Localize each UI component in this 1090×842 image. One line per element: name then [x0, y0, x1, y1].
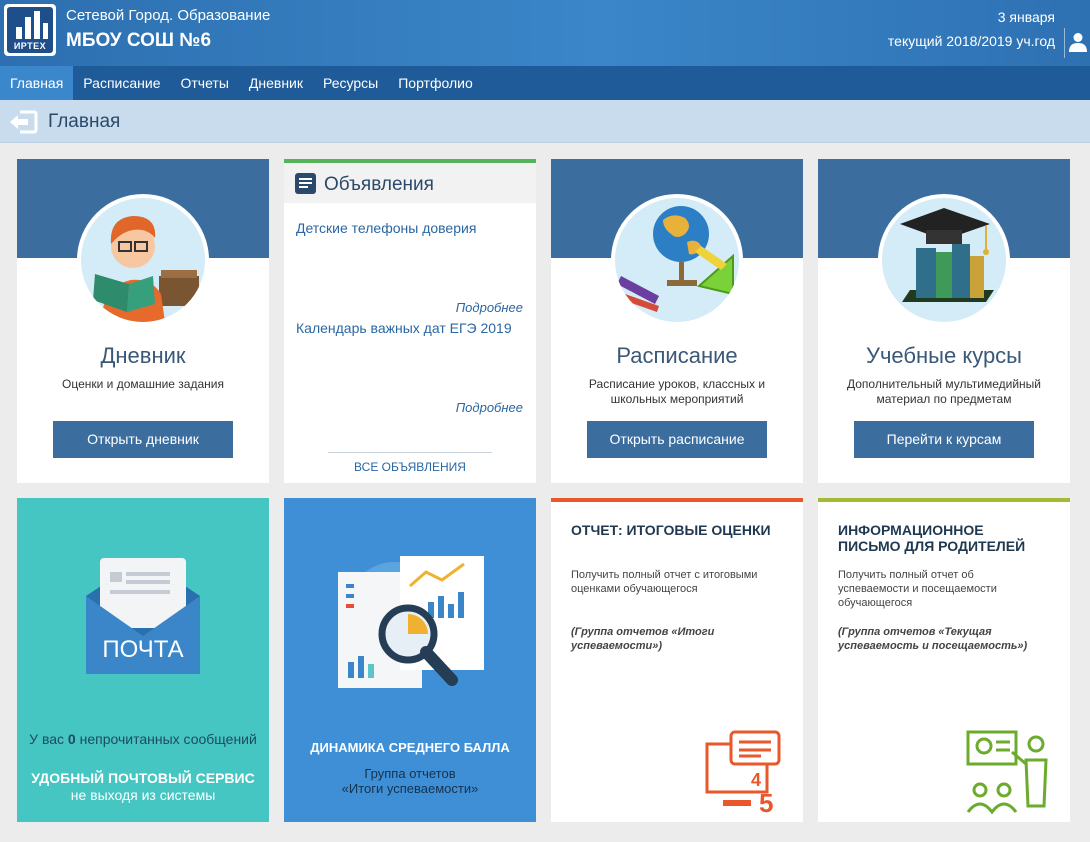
org-subtitle: Сетевой Город. Образование [66, 7, 271, 24]
final-grades-report-title: ОТЧЕТ: ИТОГОВЫЕ ОЦЕНКИ [571, 522, 771, 538]
schedule-illustration [611, 194, 743, 326]
open-schedule-button[interactable]: Открыть расписание [587, 421, 767, 458]
schedule-title: Расписание [616, 343, 738, 368]
school-year[interactable]: текущий 2018/2019 уч.год [888, 33, 1055, 49]
nav-item-reports[interactable]: Отчеты [170, 66, 238, 100]
monitor-grades-icon: 4 5 [705, 730, 781, 816]
courses-tile: Учебные курсы Дополнительный мультимедий… [818, 159, 1070, 483]
student-reading-icon [93, 216, 199, 322]
diary-illustration [77, 194, 209, 326]
teacher-board-icon [966, 730, 1048, 815]
all-announcements-link[interactable]: ВСЕ ОБЪЯВЛЕНИЯ [284, 460, 536, 474]
mail-feature-title: УДОБНЫЙ ПОЧТОВЫЙ СЕРВИС [31, 770, 255, 786]
go-to-courses-button[interactable]: Перейти к курсам [854, 421, 1034, 458]
nav-item-home[interactable]: Главная [0, 66, 74, 100]
announcement-link[interactable]: Календарь важных дат ЕГЭ 2019 [296, 320, 512, 336]
open-diary-button[interactable]: Открыть дневник [53, 421, 233, 458]
nav-item-resources[interactable]: Ресурсы [313, 66, 388, 100]
announcements-tile: Объявления Детские телефоны доверия Подр… [284, 159, 536, 483]
graduation-cap-books-icon [900, 208, 994, 302]
parents-letter-report-tile[interactable]: ИНФОРМАЦИОННОЕ ПИСЬМО ДЛЯ РОДИТЕЛЕЙ Полу… [818, 498, 1070, 822]
announcement-more-link[interactable]: Подробнее [456, 300, 523, 315]
final-grades-report-group: (Группа отчетов «Итоги успеваемости») [571, 626, 715, 652]
diary-description: Оценки и домашние задания [62, 377, 224, 391]
irtech-logo[interactable]: ИРТЕХ [4, 4, 56, 56]
exit-icon[interactable] [8, 110, 38, 134]
app-header: ИРТЕХ Сетевой Город. Образование МБОУ СО… [0, 0, 1090, 66]
parents-letter-report-group: (Группа отчетов «Текущая успеваемость и … [838, 626, 1028, 652]
final-grades-report-tile[interactable]: ОТЧЕТ: ИТОГОВЫЕ ОЦЕНКИ Получить полный о… [551, 498, 803, 822]
schedule-tile: Расписание Расписание уроков, классных и… [551, 159, 803, 483]
divider [328, 452, 492, 453]
nav-item-schedule[interactable]: Расписание [73, 66, 170, 100]
mail-tile[interactable]: ПОЧТА У вас 0 непрочитанных сообщений УД… [17, 498, 269, 822]
mail-feature-subtitle: не выходя из системы [70, 787, 216, 803]
main-nav: Главная Расписание Отчеты Дневник Ресурс… [0, 66, 1090, 100]
unread-count: 0 [67, 731, 76, 747]
grade-dynamics-tile[interactable]: ДИНАМИКА СРЕДНЕГО БАЛЛА Группа отчетов «… [284, 498, 536, 822]
analytics-magnifier-icon [338, 556, 484, 688]
diary-title: Дневник [100, 343, 186, 368]
unread-suffix: непрочитанных сообщений [79, 731, 257, 747]
grade-dynamics-subtitle: Группа отчетов «Итоги успеваемости» [284, 766, 536, 796]
diary-tile: Дневник Оценки и домашние задания Открыт… [17, 159, 269, 483]
page-title: Главная [48, 111, 121, 132]
announcements-title: Объявления [324, 174, 434, 195]
report-group-label: Группа отчетов [364, 766, 456, 781]
courses-illustration [878, 194, 1010, 326]
current-date: 3 января [997, 9, 1055, 25]
document-icon [295, 173, 316, 194]
nav-item-portfolio[interactable]: Портфолио [388, 66, 483, 100]
report-group-name: «Итоги успеваемости» [341, 781, 479, 796]
breadcrumb: Главная [0, 100, 1090, 143]
globe-stationery-icon [617, 206, 734, 312]
courses-description: Дополнительный мультимедийный материал п… [846, 377, 1041, 406]
nav-item-diary[interactable]: Дневник [239, 66, 313, 100]
org-name: МБОУ СОШ №6 [66, 30, 212, 51]
header-divider [1064, 28, 1065, 58]
announcement-more-link[interactable]: Подробнее [456, 400, 523, 415]
grade-4-label: 4 [751, 770, 761, 790]
envelope-label: ПОЧТА [102, 636, 184, 663]
announcement-link[interactable]: Детские телефоны доверия [296, 220, 476, 236]
logo-text: ИРТЕХ [13, 41, 47, 51]
unread-messages-text: У вас 0 непрочитанных сообщений [17, 731, 269, 747]
final-grades-report-description: Получить полный отчет с итоговыми оценка… [571, 569, 758, 595]
user-icon[interactable] [1069, 32, 1087, 52]
unread-prefix: У вас [29, 731, 65, 747]
courses-title: Учебные курсы [865, 343, 1022, 368]
grade-dynamics-title: ДИНАМИКА СРЕДНЕГО БАЛЛА [310, 740, 510, 755]
parents-letter-report-title: ИНФОРМАЦИОННОЕ ПИСЬМО ДЛЯ РОДИТЕЛЕЙ [838, 522, 1026, 554]
grade-5-label: 5 [759, 788, 773, 816]
schedule-description: Расписание уроков, классных и школьных м… [588, 377, 766, 406]
parents-letter-report-description: Получить полный отчет об успеваемости и … [838, 569, 997, 609]
